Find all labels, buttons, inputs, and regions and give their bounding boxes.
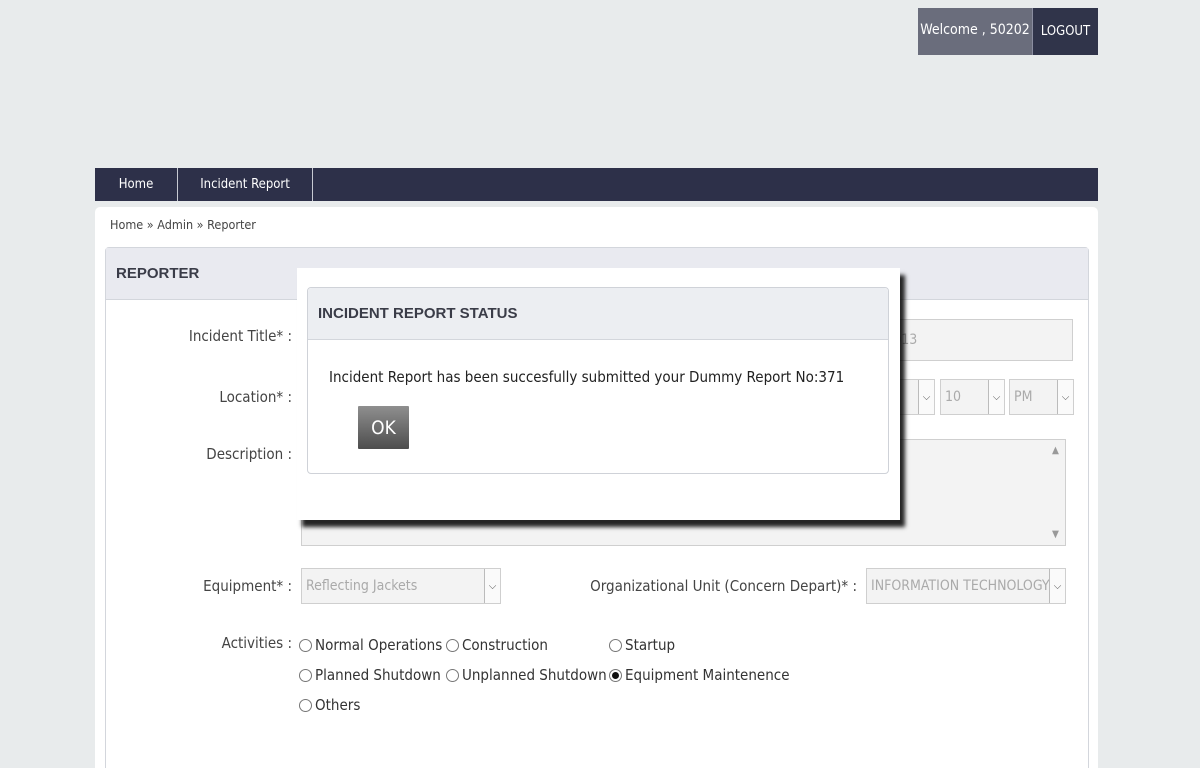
breadcrumb-reporter: Reporter — [207, 217, 256, 232]
location-label: Location* : — [219, 388, 292, 406]
chevron-down-icon: ⌵ — [1049, 569, 1065, 603]
radio-label: Startup — [625, 636, 676, 654]
radio-equipment-maintenence[interactable]: Equipment Maintenence — [609, 666, 790, 684]
chevron-down-icon: ⌵ — [484, 569, 500, 603]
main-nav: Home Incident Report — [95, 168, 1098, 201]
radio-label: Unplanned Shutdown — [462, 666, 607, 684]
nav-incident-report[interactable]: Incident Report — [178, 168, 313, 201]
radio-unplanned-shutdown[interactable]: Unplanned Shutdown — [446, 666, 607, 684]
breadcrumb: Home » Admin » Reporter — [110, 217, 256, 232]
radio-label: Others — [315, 696, 361, 714]
breadcrumb-admin[interactable]: Admin — [157, 217, 193, 232]
incident-date-field[interactable]: /2013 — [875, 319, 1073, 361]
minute-select[interactable]: 10 ⌵ — [940, 379, 1005, 415]
description-label: Description : — [206, 445, 292, 463]
radio-circle-icon — [299, 698, 312, 712]
activities-label: Activities : — [221, 634, 292, 652]
scroll-down-icon[interactable]: ▼ — [1052, 529, 1059, 540]
radio-label: Planned Shutdown — [315, 666, 441, 684]
breadcrumb-separator: » — [146, 217, 154, 232]
scroll-up-icon[interactable]: ▲ — [1052, 445, 1059, 456]
radio-planned-shutdown[interactable]: Planned Shutdown — [299, 666, 441, 684]
radio-selected-icon — [609, 668, 622, 682]
welcome-text: Welcome , 50202 — [918, 8, 1032, 55]
org-unit-label: Organizational Unit (Concern Depart)* : — [590, 577, 857, 595]
radio-circle-icon — [446, 638, 459, 652]
radio-circle-icon — [299, 638, 312, 652]
chevron-down-icon: ⌵ — [1057, 380, 1073, 414]
ampm-select[interactable]: PM ⌵ — [1009, 379, 1074, 415]
breadcrumb-home[interactable]: Home — [110, 217, 143, 232]
modal-message: Incident Report has been succesfully sub… — [329, 368, 845, 386]
ampm-value: PM — [1014, 389, 1033, 405]
status-modal: INCIDENT REPORT STATUS Incident Report h… — [297, 268, 900, 520]
logout-button[interactable]: LOGOUT — [1032, 8, 1098, 55]
nav-home[interactable]: Home — [95, 168, 178, 201]
minute-value: 10 — [945, 389, 962, 405]
radio-label: Normal Operations — [315, 636, 443, 654]
breadcrumb-separator: » — [196, 217, 204, 232]
org-unit-select[interactable]: INFORMATION TECHNOLOGY ⌵ — [866, 568, 1066, 604]
radio-circle-icon — [299, 668, 312, 682]
radio-label: Construction — [462, 636, 548, 654]
radio-circle-icon — [446, 668, 459, 682]
radio-startup[interactable]: Startup — [609, 636, 675, 654]
radio-others[interactable]: Others — [299, 696, 360, 714]
modal-panel: INCIDENT REPORT STATUS Incident Report h… — [307, 287, 889, 474]
equipment-value: Reflecting Jackets — [306, 578, 418, 594]
org-unit-value: INFORMATION TECHNOLOGY — [871, 578, 1050, 594]
radio-normal-operations[interactable]: Normal Operations — [299, 636, 442, 654]
equipment-label: Equipment* : — [203, 577, 292, 595]
equipment-select[interactable]: Reflecting Jackets ⌵ — [301, 568, 501, 604]
radio-construction[interactable]: Construction — [446, 636, 548, 654]
radio-label: Equipment Maintenence — [625, 666, 790, 684]
ok-button[interactable]: OK — [358, 406, 409, 449]
user-bar: Welcome , 50202 LOGOUT — [918, 8, 1098, 55]
chevron-down-icon: ⌵ — [918, 380, 934, 414]
modal-title: INCIDENT REPORT STATUS — [308, 288, 888, 340]
incident-title-label: Incident Title* : — [188, 327, 292, 345]
chevron-down-icon: ⌵ — [988, 380, 1004, 414]
radio-circle-icon — [609, 638, 622, 652]
